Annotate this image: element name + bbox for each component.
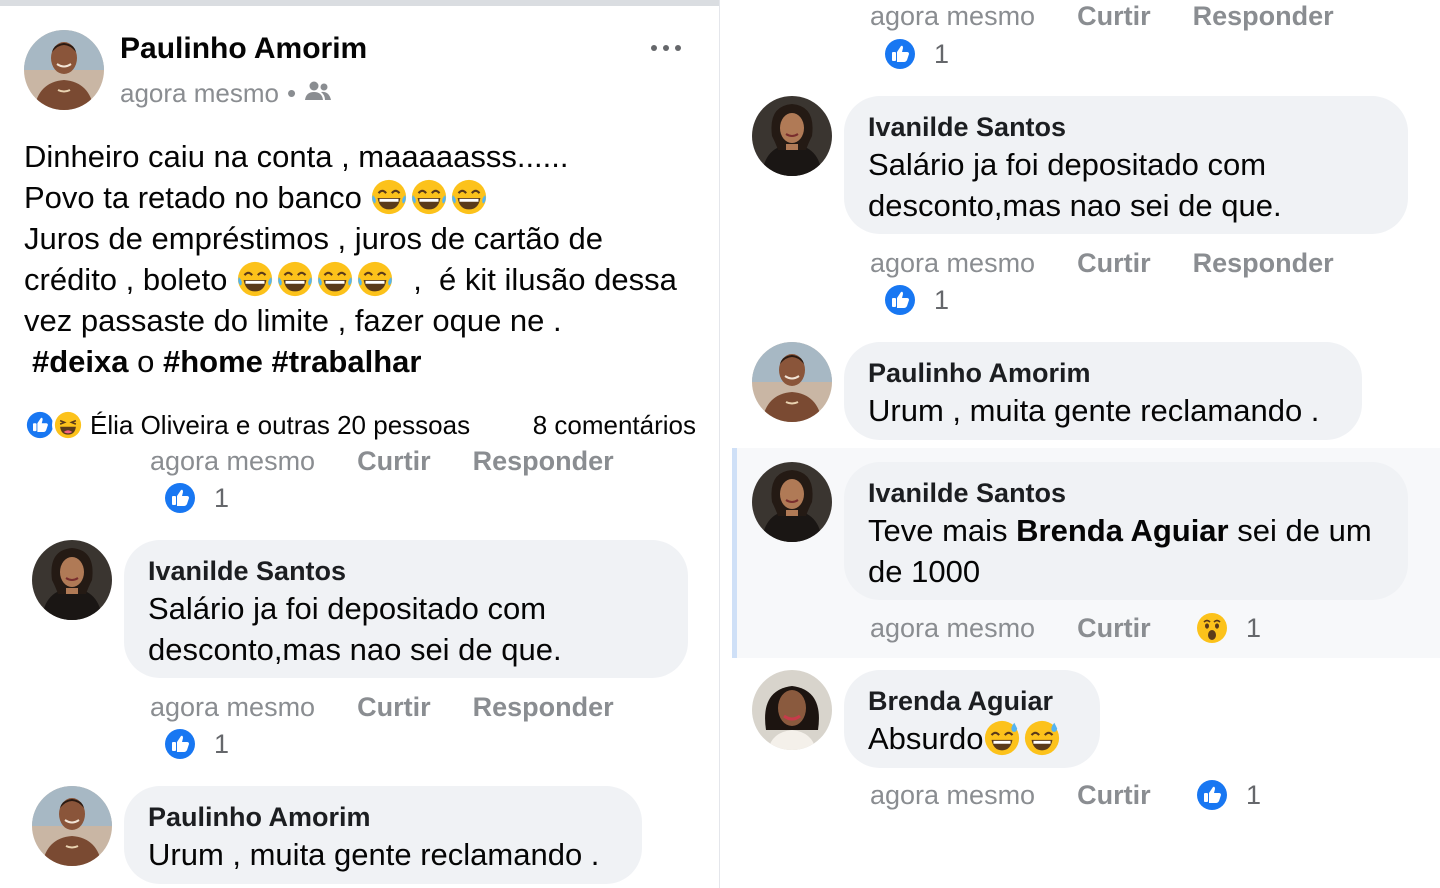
comment-bubble: Brenda Aguiar Absurdo xyxy=(844,670,1100,768)
like-icon xyxy=(884,284,916,316)
more-options-icon[interactable] xyxy=(646,36,686,60)
comment-reaction-count[interactable]: 1 xyxy=(884,36,949,72)
post-body: Dinheiro caiu na conta , maaaaasss......… xyxy=(24,136,704,382)
like-button[interactable]: Curtir xyxy=(1077,780,1151,811)
comment-text: desconto,mas nao sei de que. xyxy=(868,188,1282,223)
comment-bubble: Paulinho Amorim Urum , muita gente recla… xyxy=(844,342,1362,440)
like-icon xyxy=(884,38,916,70)
hashtag-link[interactable]: #deixa xyxy=(32,344,129,379)
post-line: Povo ta retado no banco xyxy=(24,177,704,218)
meta-separator: • xyxy=(286,78,297,108)
comment-text: Salário ja foi depositado com xyxy=(868,147,1267,182)
commenter-avatar[interactable] xyxy=(32,540,112,620)
commenter-avatar[interactable] xyxy=(752,342,832,422)
post-author-name[interactable]: Paulinho Amorim xyxy=(120,32,367,66)
reactors-text[interactable]: Élia Oliveira e outras 20 pessoas xyxy=(90,410,470,441)
sweat-smile-emoji-icon xyxy=(983,719,1021,757)
post-author-avatar[interactable] xyxy=(24,30,104,110)
comment-reaction-count[interactable]: 1 xyxy=(164,726,229,762)
comment-actions: agora mesmo Curtir Responder xyxy=(150,689,656,725)
comment-text: de 1000 xyxy=(868,554,981,589)
commenter-name[interactable]: Ivanilde Santos xyxy=(868,476,1384,510)
commenter-name[interactable]: Ivanilde Santos xyxy=(148,554,664,588)
comment-actions: agora mesmo Curtir xyxy=(870,610,1193,646)
hashtag-link[interactable]: #home xyxy=(163,344,263,379)
commenter-name[interactable]: Ivanilde Santos xyxy=(868,110,1384,144)
commenter-avatar[interactable] xyxy=(752,462,832,542)
sweat-smile-emoji-icon xyxy=(1023,719,1061,757)
like-button[interactable]: Curtir xyxy=(1077,1,1151,32)
top-divider xyxy=(0,0,719,6)
friends-icon xyxy=(304,78,332,109)
comment-text: Salário ja foi depositado com xyxy=(148,591,547,626)
comments-count[interactable]: 8 comentários xyxy=(533,410,696,441)
comment-reaction-count[interactable]: 1 xyxy=(1196,777,1261,813)
like-button[interactable]: Curtir xyxy=(357,446,431,477)
wow-icon xyxy=(1196,612,1228,644)
comment-reaction-count[interactable]: 1 xyxy=(884,282,949,318)
comment-text: Teve mais Brenda Aguiar sei de um xyxy=(868,513,1372,548)
comment-actions: agora mesmo Curtir Responder xyxy=(870,245,1376,281)
reply-button[interactable]: Responder xyxy=(1193,248,1334,279)
like-button[interactable]: Curtir xyxy=(1077,248,1151,279)
comment-bubble: Ivanilde Santos Salário ja foi depositad… xyxy=(124,540,688,678)
comment-bubble: Paulinho Amorim Urum , muita gente recla… xyxy=(124,786,642,884)
mention-link[interactable]: Brenda Aguiar xyxy=(1016,513,1228,548)
like-button[interactable]: Curtir xyxy=(357,692,431,723)
laughing-emoji-icon xyxy=(356,260,394,298)
commenter-avatar[interactable] xyxy=(752,670,832,750)
commenter-name[interactable]: Paulinho Amorim xyxy=(868,356,1338,390)
laughing-emoji-icon xyxy=(236,260,274,298)
comment-reaction-count[interactable]: 1 xyxy=(1196,610,1261,646)
comment-time[interactable]: agora mesmo xyxy=(870,780,1035,811)
like-icon xyxy=(164,728,196,760)
laughing-emoji-icon xyxy=(370,178,408,216)
post-time[interactable]: agora mesmo xyxy=(120,78,279,109)
reaction-icons[interactable] xyxy=(24,409,84,441)
comment-text: Urum , muita gente reclamando . xyxy=(868,393,1320,428)
commenter-name[interactable]: Paulinho Amorim xyxy=(148,800,618,834)
post-line: crédito , boleto , é kit ilusão dessa xyxy=(24,260,677,298)
reply-button[interactable]: Responder xyxy=(1193,1,1334,32)
laughing-emoji-icon xyxy=(450,178,488,216)
right-screenshot-panel: agora mesmo Curtir Responder 1 Ivanilde … xyxy=(732,0,1440,888)
comment-time[interactable]: agora mesmo xyxy=(150,446,315,477)
hashtag-link[interactable]: #trabalhar xyxy=(272,344,422,379)
comment-text: Absurdo xyxy=(868,718,1076,759)
left-screenshot-panel: Paulinho Amorim agora mesmo • Dinheiro c… xyxy=(0,0,720,888)
comment-text: desconto,mas nao sei de que. xyxy=(148,632,562,667)
laughing-emoji-icon xyxy=(410,178,448,216)
commenter-name[interactable]: Brenda Aguiar xyxy=(868,684,1076,718)
reactions-summary: Élia Oliveira e outras 20 pessoas 8 come… xyxy=(24,405,696,445)
comment-actions: agora mesmo Curtir Responder xyxy=(150,443,656,479)
comment-reaction-count[interactable]: 1 xyxy=(164,480,229,516)
like-icon xyxy=(164,482,196,514)
haha-reaction-icon xyxy=(52,409,84,441)
like-button[interactable]: Curtir xyxy=(1077,613,1151,644)
reply-button[interactable]: Responder xyxy=(473,446,614,477)
post-line: Dinheiro caiu na conta , maaaaasss...... xyxy=(24,139,569,174)
post-meta: agora mesmo • xyxy=(120,78,332,109)
comment-time[interactable]: agora mesmo xyxy=(870,613,1035,644)
post-hashtags: #deixa o #home #trabalhar xyxy=(32,344,422,379)
comment-bubble: Ivanilde Santos Salário ja foi depositad… xyxy=(844,96,1408,234)
laughing-emoji-icon xyxy=(316,260,354,298)
commenter-avatar[interactable] xyxy=(32,786,112,866)
comment-actions: agora mesmo Curtir Responder xyxy=(870,0,1376,34)
comment-bubble: Ivanilde Santos Teve mais Brenda Aguiar … xyxy=(844,462,1408,600)
comment-time[interactable]: agora mesmo xyxy=(870,248,1035,279)
post-line: Juros de empréstimos , juros de cartão d… xyxy=(24,221,603,256)
commenter-avatar[interactable] xyxy=(752,96,832,176)
comment-text: Urum , muita gente reclamando . xyxy=(148,837,600,872)
comment-time[interactable]: agora mesmo xyxy=(870,1,1035,32)
comment-time[interactable]: agora mesmo xyxy=(150,692,315,723)
post-line: vez passaste do limite , fazer oque ne . xyxy=(24,303,562,338)
like-icon xyxy=(1196,779,1228,811)
reply-button[interactable]: Responder xyxy=(473,692,614,723)
laughing-emoji-icon xyxy=(276,260,314,298)
comment-actions: agora mesmo Curtir xyxy=(870,777,1193,813)
